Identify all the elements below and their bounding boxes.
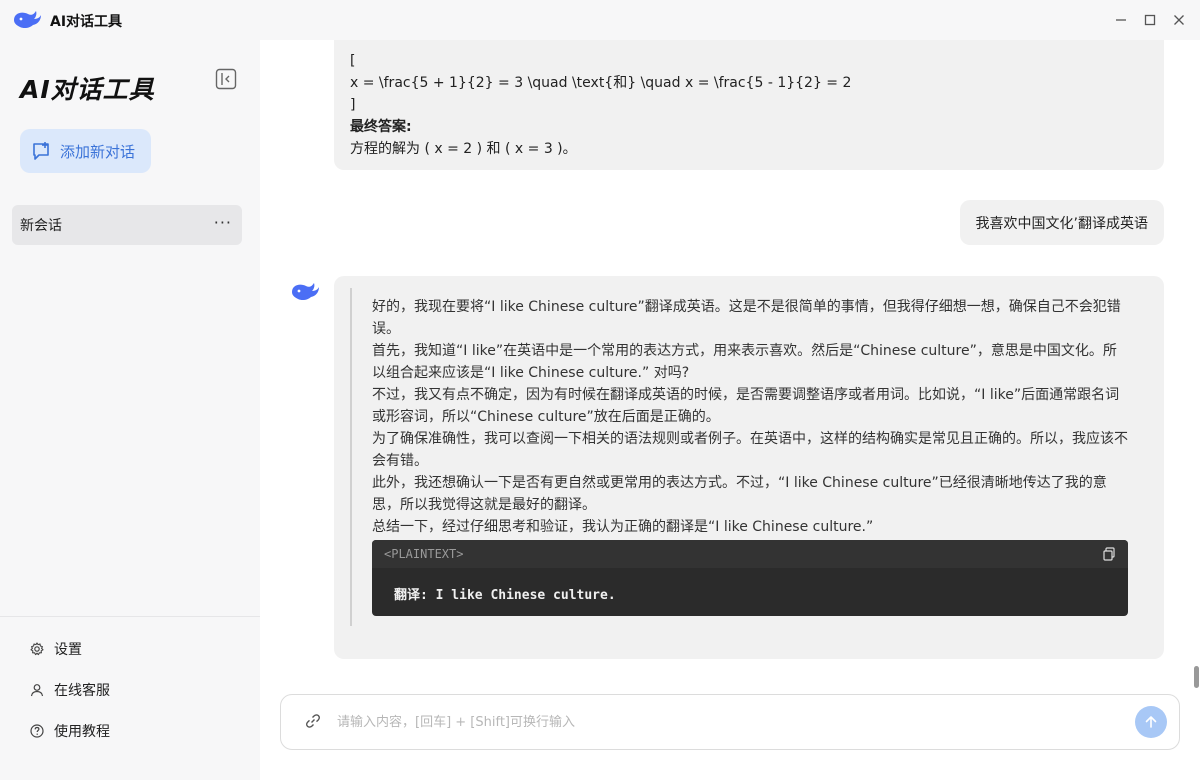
conversation-item[interactable]: 新会话 ··· [12,205,242,245]
user-message-bubble: 我喜欢中国文化’翻译成英语 [959,200,1164,245]
sidebar-divider [0,616,260,617]
previous-answer-bubble: [ x = \frac{5 + 1}{2} = 3 \quad \text{和}… [334,40,1164,170]
answer-line: ] [350,97,356,113]
message-input-box [280,694,1180,750]
code-language-label: <PLAINTEXT> [384,547,464,561]
send-button[interactable] [1135,706,1167,738]
maximize-button[interactable] [1139,10,1161,30]
copy-icon[interactable] [1102,547,1116,561]
title-bar: AI对话工具 [0,0,1200,40]
thinking-paragraph: 总结一下，经过仔细思考和验证，我认为正确的翻译是“I like Chinese … [372,519,874,535]
thinking-paragraph: 首先，我知道“I like”在英语中是一个常用的表达方式，用来表示喜欢。然后是“… [372,343,1117,381]
arrow-up-icon [1145,716,1157,728]
assistant-avatar-icon [292,283,319,301]
message-input[interactable] [337,711,1097,733]
maximize-icon [1144,14,1156,26]
add-new-chat-button[interactable]: 添加新对话 [20,129,151,173]
online-support-link[interactable]: 在线客服 [30,680,110,700]
minimize-button[interactable] [1110,10,1132,30]
sidebar-brand: AI对话工具 [20,75,155,104]
help-icon [30,724,44,738]
chat-scrollbar[interactable] [1194,666,1199,688]
gear-icon [30,642,44,656]
final-answer-label: 最终答案: [350,119,412,135]
more-options-icon[interactable]: ··· [214,213,232,232]
user-icon [30,684,44,697]
whale-logo-icon [14,11,41,29]
settings-label: 设置 [54,642,82,658]
code-block: <PLAINTEXT> 翻译: I like Chinese culture. [372,540,1128,616]
close-icon [1174,15,1184,25]
settings-link[interactable]: 设置 [30,639,82,659]
thinking-paragraph: 好的，我现在要将“I like Chinese culture”翻译成英语。这是… [372,299,1121,337]
assistant-message-bubble: 好的，我现在要将“I like Chinese culture”翻译成英语。这是… [334,276,1164,659]
add-new-chat-label: 添加新对话 [60,142,136,161]
online-support-label: 在线客服 [54,683,110,699]
answer-line: [ [350,53,356,69]
conversation-title: 新会话 [20,218,62,234]
code-block-header: <PLAINTEXT> [372,540,1128,568]
thinking-paragraph: 为了确保准确性，我可以查阅一下相关的语法规则或者例子。在英语中，这样的结构确实是… [372,431,1128,469]
thinking-paragraph: 不过，我又有点不确定，因为有时候在翻译成英语的时候，是否需要调整语序或者用词。比… [372,387,1120,425]
thinking-paragraph: 此外，我还想确认一下是否有更自然或更常用的表达方式。不过，“I like Chi… [372,475,1107,513]
sidebar: AI对话工具 添加新对话 新会话 ··· 设置 在线客服 使用教程 [0,40,260,780]
tutorial-link[interactable]: 使用教程 [30,721,110,741]
new-chat-icon [33,142,49,160]
close-button[interactable] [1168,10,1190,30]
attach-link-icon[interactable] [305,713,321,729]
code-content: 翻译: I like Chinese culture. [394,588,616,603]
minimize-icon [1116,19,1126,21]
tutorial-label: 使用教程 [54,724,110,740]
chat-main: [ x = \frac{5 + 1}{2} = 3 \quad \text{和}… [260,40,1200,780]
collapse-sidebar-icon[interactable] [215,68,237,90]
app-title: AI对话工具 [50,14,123,30]
answer-line: x = \frac{5 + 1}{2} = 3 \quad \text{和} \… [350,75,852,91]
final-answer-text: 方程的解为 ( x = 2 ) 和 ( x = 3 )。 [350,141,577,157]
user-message-text: 我喜欢中国文化’翻译成英语 [975,215,1148,232]
